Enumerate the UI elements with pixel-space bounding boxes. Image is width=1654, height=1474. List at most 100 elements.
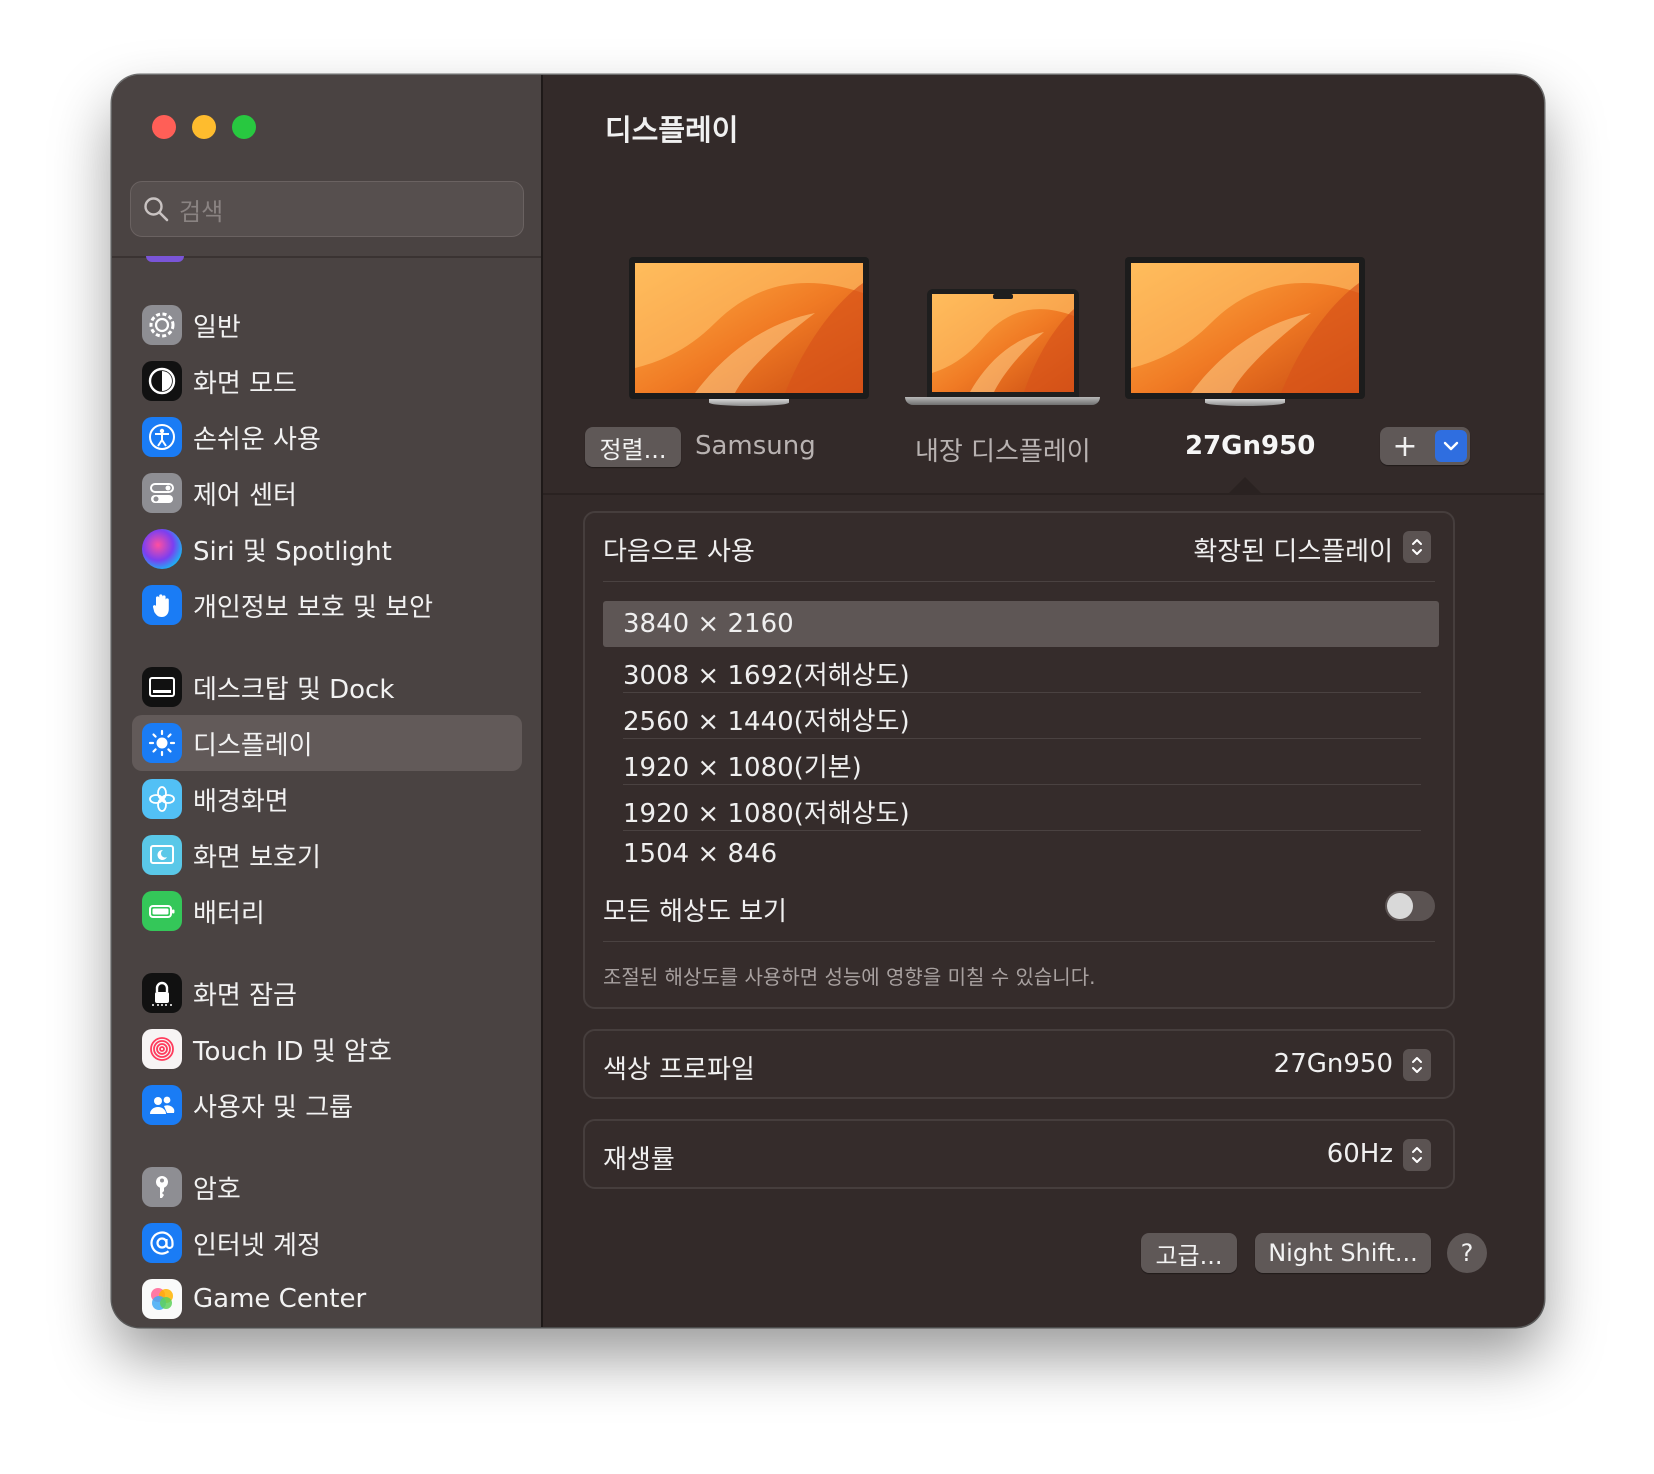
sidebar-item-label: 화면 모드: [193, 368, 297, 399]
monitor-stand: [709, 399, 789, 406]
resolution-label: 3008 × 1692(저해상도): [623, 661, 910, 691]
wallpaper-thumbnail: [1131, 263, 1359, 393]
sidebar-item-screensaver[interactable]: 화면 보호기: [132, 827, 522, 883]
hand-icon: [142, 585, 182, 625]
sidebar-item-label: 암호: [193, 1174, 241, 1205]
show-all-label: 모든 해상도 보기: [603, 897, 787, 927]
laptop-base: [905, 397, 1100, 405]
night-shift-button[interactable]: Night Shift...: [1255, 1233, 1431, 1273]
display-label-samsung[interactable]: Samsung: [695, 431, 816, 461]
sidebar-item-battery[interactable]: 배터리: [132, 883, 522, 939]
sidebar-item-lock-screen[interactable]: 화면 잠금: [132, 965, 522, 1021]
sidebar-item-label: Siri 및 Spotlight: [193, 536, 392, 567]
advanced-button[interactable]: 고급...: [1141, 1233, 1237, 1273]
search-placeholder: 검색: [179, 197, 224, 226]
sidebar-item-desktop-dock[interactable]: 데스크탑 및 Dock: [132, 659, 522, 715]
fingerprint-icon: [142, 1029, 182, 1069]
sidebar-nav: 일반 화면 모드 손쉬운 사용 제어 센터 Siri 및 Spotlight 개…: [132, 297, 522, 1327]
sidebar-item-label: 배터리: [193, 898, 265, 929]
color-profile-value[interactable]: 27Gn950: [1274, 1049, 1393, 1079]
sidebar-item-wallpaper[interactable]: 배경화면: [132, 771, 522, 827]
resolution-group: 다음으로 사용 확장된 디스플레이 3840 × 2160 3008 × 169…: [583, 511, 1455, 1009]
control-center-icon: [142, 473, 182, 513]
sidebar-item-label: 데스크탑 및 Dock: [193, 674, 395, 705]
gear-icon: [142, 305, 182, 345]
screensaver-icon: [142, 835, 182, 875]
selected-display-pointer: [1227, 477, 1263, 495]
add-display-control[interactable]: +: [1380, 427, 1470, 465]
monitor-27gn950[interactable]: [1125, 257, 1365, 407]
main-content: 디스플레이 정렬... Samsung 내장 디스플레이 27Gn950 + 다…: [543, 75, 1544, 1327]
sidebar-item-touch-id[interactable]: Touch ID 및 암호: [132, 1021, 522, 1077]
sidebar-item-siri-spotlight[interactable]: Siri 및 Spotlight: [132, 521, 522, 577]
display-icon: [142, 723, 182, 763]
siri-icon: [142, 529, 182, 569]
sidebar-item-displays[interactable]: 디스플레이: [132, 715, 522, 771]
display-arrangement: 정렬... Samsung 내장 디스플레이 27Gn950 +: [543, 75, 1544, 495]
monitor-stand: [1205, 399, 1285, 406]
resolution-label: 1504 × 846: [623, 839, 778, 869]
sidebar-item-label: 디스플레이: [193, 730, 313, 761]
resolution-option[interactable]: 1920 × 1080(기본): [603, 739, 1439, 785]
refresh-rate-label: 재생률: [603, 1145, 675, 1175]
sidebar-item-label: 제어 센터: [193, 480, 297, 511]
sidebar-item-users-groups[interactable]: 사용자 및 그룹: [132, 1077, 522, 1133]
display-label-27gn950[interactable]: 27Gn950: [1185, 431, 1315, 461]
resolution-list: 3840 × 2160 3008 × 1692(저해상도) 2560 × 144…: [603, 601, 1439, 877]
monitor-built-in[interactable]: [905, 289, 1100, 407]
sidebar-item-label: 일반: [193, 312, 241, 343]
resolution-option[interactable]: 3840 × 2160: [603, 601, 1439, 647]
sidebar-item-label: 손쉬운 사용: [193, 424, 321, 455]
sidebar-item-label: Touch ID 및 암호: [193, 1036, 392, 1067]
scrolled-item-peek: [146, 256, 184, 262]
color-profile-stepper[interactable]: [1403, 1049, 1431, 1081]
refresh-rate-stepper[interactable]: [1403, 1139, 1431, 1171]
resolution-option[interactable]: 1920 × 1080(저해상도): [603, 785, 1439, 831]
chevron-down-icon: [1443, 441, 1459, 451]
use-as-label: 다음으로 사용: [603, 537, 755, 567]
users-icon: [142, 1085, 182, 1125]
battery-icon: [142, 891, 182, 931]
sidebar-item-internet-accounts[interactable]: 인터넷 계정: [132, 1215, 522, 1271]
divider: [603, 581, 1435, 582]
sidebar-item-label: 개인정보 보호 및 보안: [193, 592, 434, 623]
sidebar-item-game-center[interactable]: Game Center: [132, 1271, 522, 1327]
help-button[interactable]: ?: [1447, 1233, 1487, 1273]
sidebar-item-appearance[interactable]: 화면 모드: [132, 353, 522, 409]
sidebar-item-control-center[interactable]: 제어 센터: [132, 465, 522, 521]
resolution-option[interactable]: 1504 × 846: [603, 831, 1439, 877]
sidebar-item-label: 인터넷 계정: [193, 1230, 321, 1261]
sidebar-item-passwords[interactable]: 암호: [132, 1159, 522, 1215]
sidebar-item-label: 화면 보호기: [193, 842, 321, 873]
add-display-button[interactable]: +: [1380, 427, 1430, 465]
color-profile-group: 색상 프로파일 27Gn950: [583, 1029, 1455, 1099]
lock-icon: [142, 973, 182, 1013]
settings-window: 검색 일반 화면 모드 손쉬운 사용 제어 센터 Siri 및 Spotligh…: [112, 75, 1544, 1327]
monitor-samsung[interactable]: [629, 257, 869, 407]
sidebar-item-general[interactable]: 일반: [132, 297, 522, 353]
chevron-updown-icon: [1412, 1057, 1422, 1073]
sidebar-item-accessibility[interactable]: 손쉬운 사용: [132, 409, 522, 465]
show-all-toggle[interactable]: [1385, 891, 1435, 921]
minimize-button[interactable]: [192, 115, 216, 139]
sidebar-item-label: 배경화면: [193, 786, 289, 817]
sidebar-item-label: Game Center: [193, 1284, 367, 1314]
resolution-option[interactable]: 2560 × 1440(저해상도): [603, 693, 1439, 739]
search-input[interactable]: 검색: [130, 181, 524, 237]
chevron-updown-icon: [1412, 1147, 1422, 1163]
close-button[interactable]: [152, 115, 176, 139]
refresh-rate-value[interactable]: 60Hz: [1327, 1139, 1393, 1169]
wallpaper-icon: [142, 779, 182, 819]
display-label-built-in[interactable]: 내장 디스플레이: [915, 431, 1091, 468]
resolution-label: 1920 × 1080(저해상도): [623, 799, 910, 829]
monitor-screen: [1125, 257, 1365, 399]
maximize-button[interactable]: [232, 115, 256, 139]
arrange-button[interactable]: 정렬...: [585, 427, 681, 467]
sidebar-item-privacy-security[interactable]: 개인정보 보호 및 보안: [132, 577, 522, 633]
use-as-stepper[interactable]: [1403, 531, 1431, 563]
resolution-option[interactable]: 3008 × 1692(저해상도): [603, 647, 1439, 693]
use-as-value[interactable]: 확장된 디스플레이: [1193, 531, 1393, 568]
add-display-menu-button[interactable]: [1435, 430, 1467, 462]
sidebar-item-label: 사용자 및 그룹: [193, 1092, 354, 1123]
scaled-resolution-hint: 조절된 해상도를 사용하면 성능에 영향을 미칠 수 있습니다.: [603, 965, 1096, 989]
